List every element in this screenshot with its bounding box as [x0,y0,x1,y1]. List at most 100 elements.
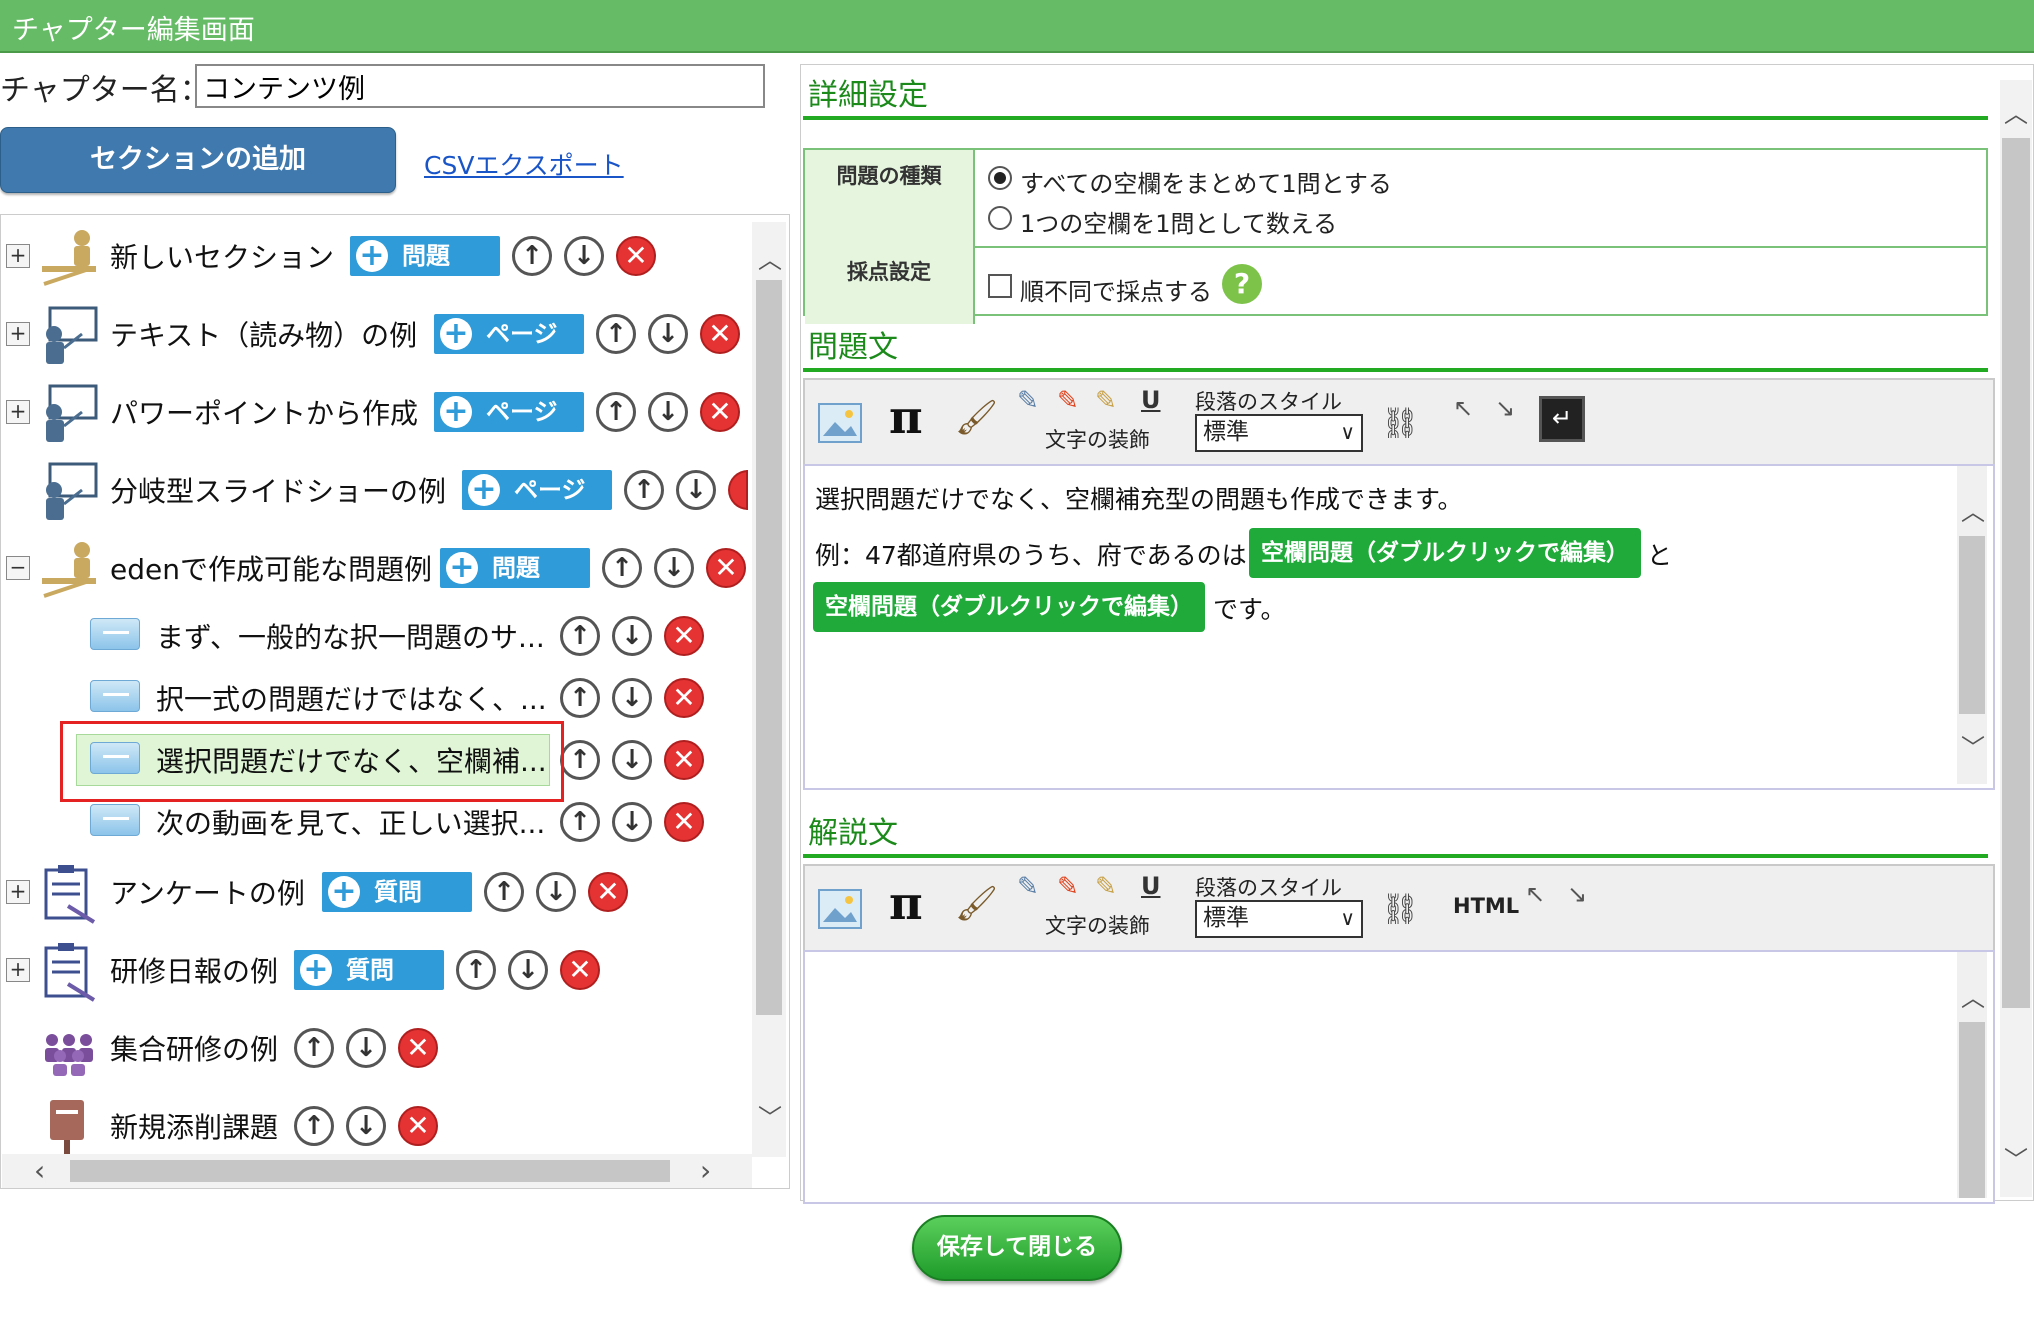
expand-icon[interactable]: + [6,322,30,346]
clear-format-brush-icon[interactable]: 🖌 [955,398,998,438]
question-type-radio-each[interactable] [988,206,1012,230]
move-up-button[interactable]: ↑ [456,950,496,990]
tree-vertical-scroll-thumb[interactable] [756,280,782,1015]
delete-button[interactable]: ✕ [664,678,704,718]
tree-item[interactable]: − edenで作成可能な問題例 + 問題 ↑ ↓ ✕ [0,538,750,598]
text-color-pen-icon[interactable]: ✎ [1057,386,1079,416]
move-up-button[interactable]: ↑ [624,470,664,510]
move-down-button[interactable]: ↓ [346,1028,386,1068]
detail-panel-scroll-thumb[interactable] [2002,138,2030,1008]
expand-icon[interactable]: + [6,958,30,982]
insert-image-icon[interactable] [817,400,863,446]
highlighter-icon[interactable]: ✎ [1095,872,1117,902]
move-up-button[interactable]: ↑ [560,678,600,718]
scroll-down-icon[interactable]: ﹀ [758,1098,782,1133]
editor-scroll-thumb[interactable] [1959,1022,1985,1198]
insert-image-icon[interactable] [817,886,863,932]
underline-icon[interactable]: U [1141,386,1161,414]
question-type-radio-all[interactable] [988,166,1012,190]
tree-horizontal-scroll-thumb[interactable] [70,1160,670,1182]
move-down-button[interactable]: ↓ [648,392,688,432]
delete-button[interactable]: ✕ [664,616,704,656]
move-up-button[interactable]: ↑ [484,872,524,912]
delete-button[interactable] [728,470,748,510]
move-down-button[interactable]: ↓ [536,872,576,912]
expand-icon[interactable]: + [6,400,30,424]
tree-item[interactable]: + パワーポイントから作成 + ページ ↑ ↓ ✕ [0,382,740,442]
html-source-button[interactable]: HTML [1453,894,1519,918]
scroll-down-icon[interactable]: ﹀ [1961,728,1985,763]
indent-out-icon[interactable]: ↖ [1525,880,1545,908]
move-down-button[interactable]: ↓ [346,1106,386,1146]
scroll-up-icon[interactable]: ︿ [758,240,782,275]
add-question-button[interactable]: + 問題 [350,236,500,276]
delete-button[interactable]: ✕ [616,236,656,276]
eraser-icon[interactable]: ✎ [1017,386,1039,416]
chapter-name-input[interactable] [195,64,765,108]
scroll-left-icon[interactable]: ‹ [34,1154,45,1187]
collapse-icon[interactable]: − [6,556,30,580]
csv-export-link[interactable]: CSVエクスポート [424,146,624,182]
indent-out-icon[interactable]: ↖ [1453,394,1473,422]
move-down-button[interactable]: ↓ [612,678,652,718]
move-up-button[interactable]: ↑ [560,616,600,656]
link-icon[interactable]: ⛓ [1381,892,1419,927]
scroll-up-icon[interactable]: ︿ [1961,978,1985,1013]
clear-format-brush-icon[interactable]: 🖌 [955,884,998,924]
delete-button[interactable]: ✕ [664,802,704,842]
scroll-up-icon[interactable]: ︿ [2004,94,2028,129]
tree-item[interactable]: + テキスト（読み物）の例 + ページ ↑ ↓ ✕ [0,304,740,364]
indent-in-icon[interactable]: ↘ [1567,880,1587,908]
question-text-editor[interactable]: 選択問題だけでなく、空欄補充型の問題も作成できます。 例：47都道府県のうち、府… [803,464,1995,790]
move-up-button[interactable]: ↑ [596,392,636,432]
tree-item[interactable]: + アンケートの例 + 質問 ↑ ↓ ✕ [0,862,740,924]
indent-in-icon[interactable]: ↘ [1495,394,1515,422]
move-down-button[interactable]: ↓ [648,314,688,354]
save-and-close-button[interactable]: 保存して閉じる [912,1215,1122,1281]
move-up-button[interactable]: ↑ [602,548,642,588]
move-down-button[interactable]: ↓ [612,740,652,780]
move-down-button[interactable]: ↓ [612,802,652,842]
add-survey-question-button[interactable]: + 質問 [294,950,444,990]
move-down-button[interactable]: ↓ [612,616,652,656]
tree-child-item[interactable]: まず、一般的な択一問題のサ... ↑ ↓ ✕ [0,606,740,666]
tree-child-item[interactable]: 次の動画を見て、正しい選択... ↑ ↓ ✕ [0,792,740,852]
move-up-button[interactable]: ↑ [294,1106,334,1146]
blank-question-chip[interactable]: 空欄問題（ダブルクリックで編集） [813,582,1205,632]
tree-item[interactable]: + 新しいセクション + 問題 ↑ ↓ ✕ [0,226,740,286]
unordered-scoring-checkbox[interactable] [988,274,1012,298]
math-pi-icon[interactable]: π [889,390,923,444]
add-page-button[interactable]: + ページ [434,392,584,432]
move-up-button[interactable]: ↑ [560,802,600,842]
move-up-button[interactable]: ↑ [294,1028,334,1068]
tree-item[interactable]: + 研修日報の例 + 質問 ↑ ↓ ✕ [0,940,740,1002]
delete-button[interactable]: ✕ [700,314,740,354]
scroll-up-icon[interactable]: ︿ [1961,492,1985,527]
delete-button[interactable]: ✕ [664,740,704,780]
add-page-button[interactable]: + ページ [434,314,584,354]
expand-icon[interactable]: + [6,880,30,904]
delete-button[interactable]: ✕ [700,392,740,432]
math-pi-icon[interactable]: π [889,876,923,930]
tree-item[interactable]: 新規添削課題 ↑ ↓ ✕ [0,1096,740,1156]
delete-button[interactable]: ✕ [398,1106,438,1146]
move-down-button[interactable]: ↓ [654,548,694,588]
add-section-button[interactable]: セクションの追加 [0,127,396,193]
move-down-button[interactable]: ↓ [508,950,548,990]
editor-scroll-thumb[interactable] [1959,536,1985,714]
highlighter-icon[interactable]: ✎ [1095,386,1117,416]
paragraph-style-select[interactable]: 標準 ∨ [1195,900,1363,938]
explanation-editor[interactable]: ︿ [803,950,1995,1204]
help-icon[interactable]: ? [1222,264,1262,304]
delete-button[interactable]: ✕ [588,872,628,912]
blank-question-chip[interactable]: 空欄問題（ダブルクリックで編集） [1249,528,1641,578]
delete-button[interactable]: ✕ [560,950,600,990]
move-up-button[interactable]: ↑ [596,314,636,354]
move-down-button[interactable]: ↓ [564,236,604,276]
move-up-button[interactable]: ↑ [560,740,600,780]
tree-child-item[interactable]: 択一式の問題だけではなく、... ↑ ↓ ✕ [0,668,740,728]
delete-button[interactable]: ✕ [398,1028,438,1068]
expand-icon[interactable]: + [6,244,30,268]
insert-blank-icon[interactable]: ↵ [1539,396,1585,442]
add-question-button[interactable]: + 問題 [440,548,590,588]
